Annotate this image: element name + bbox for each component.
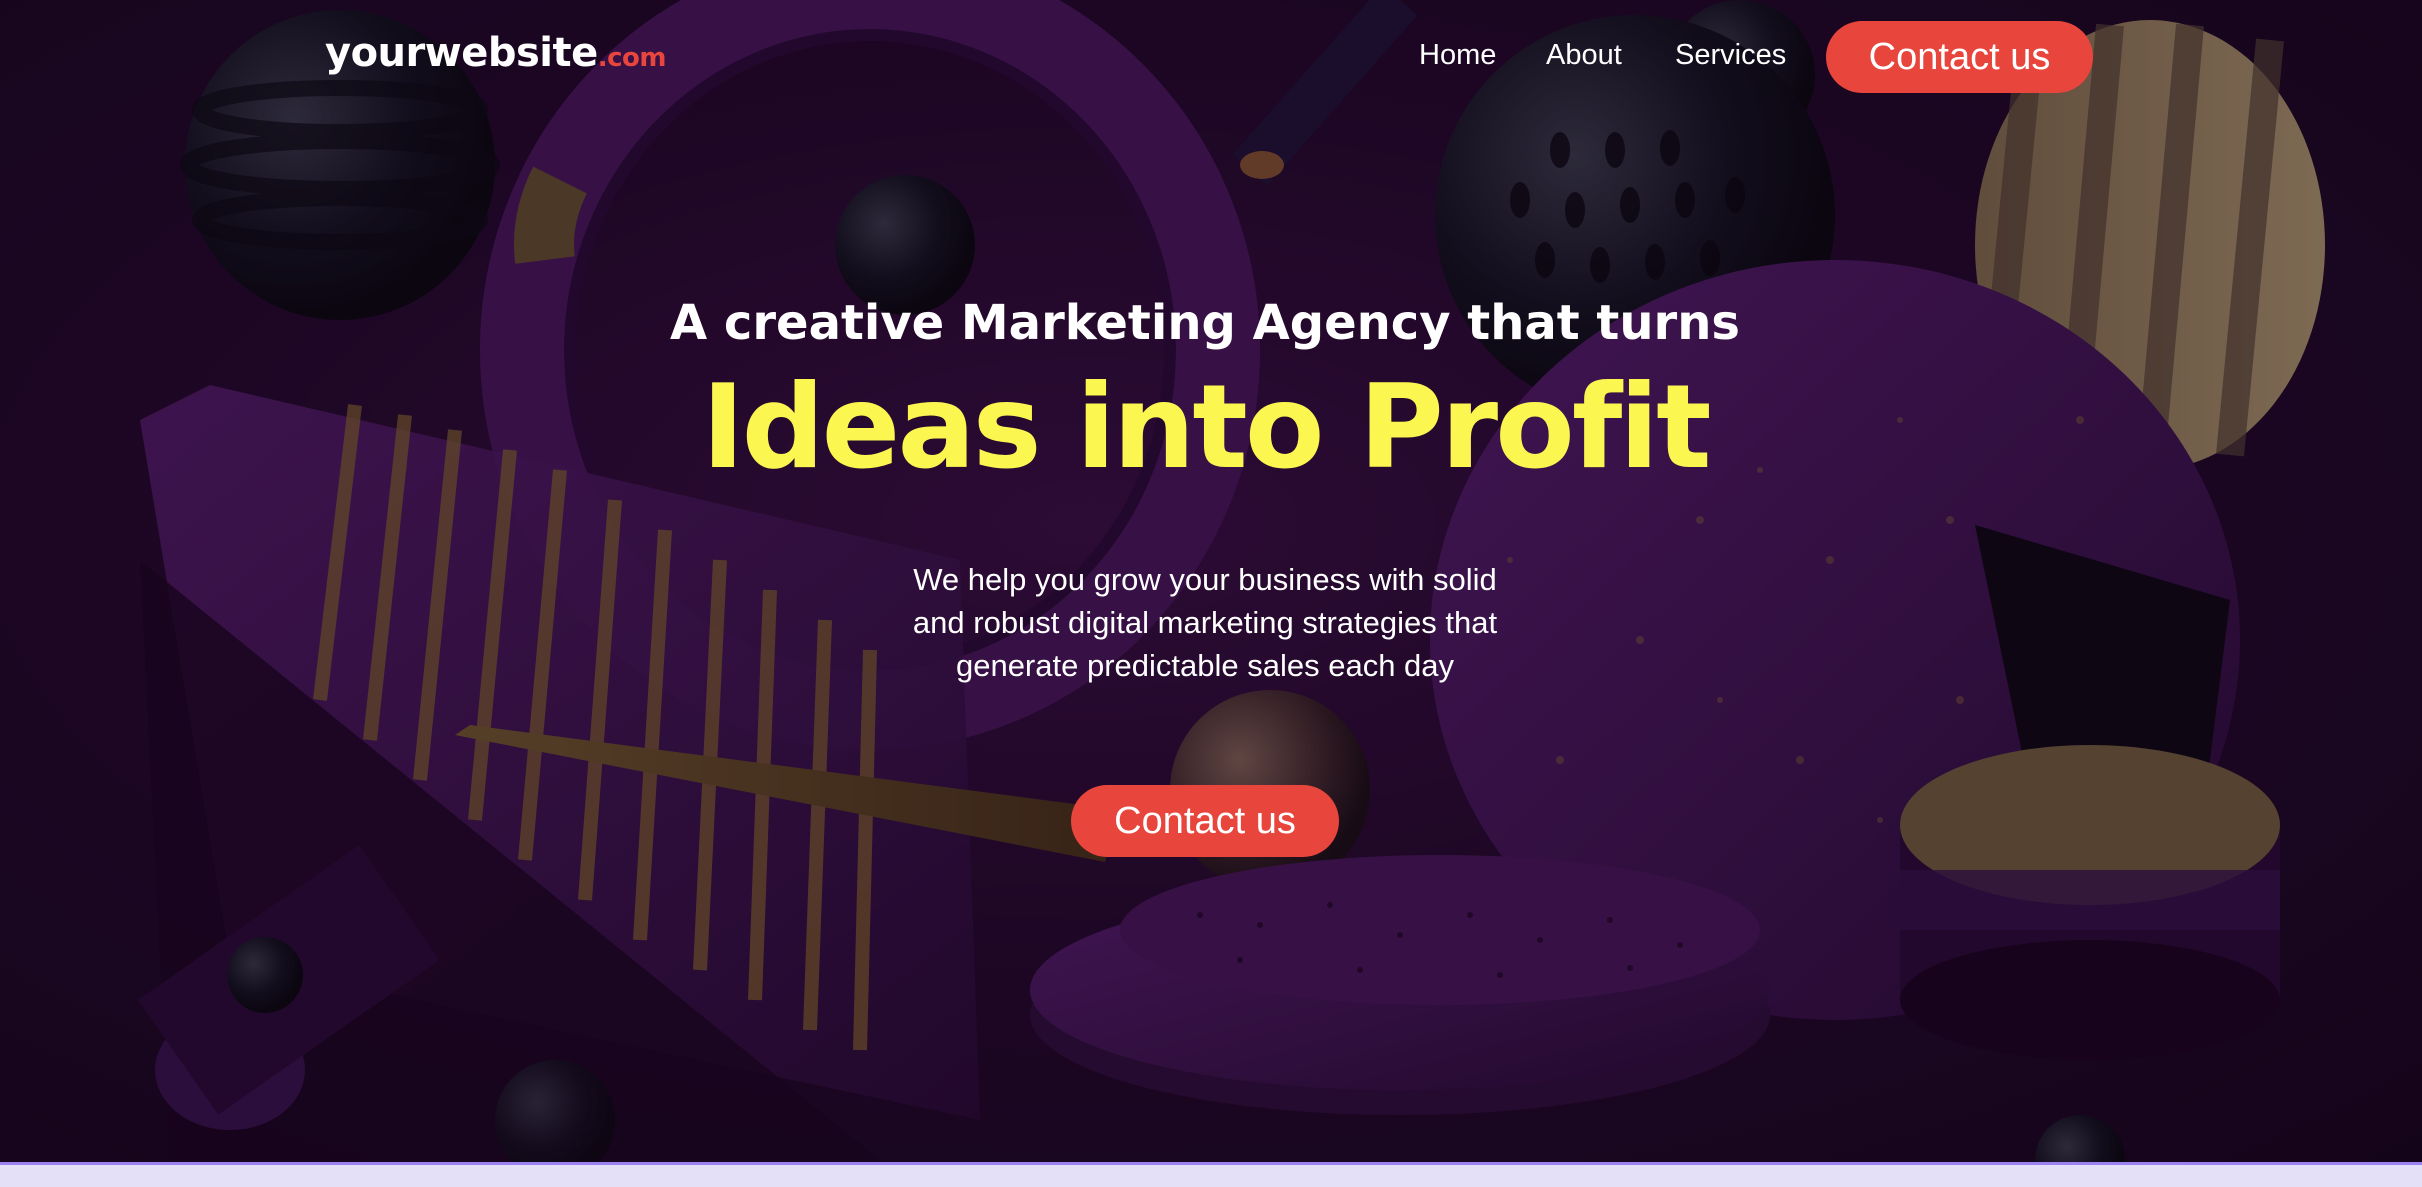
nav-link-about[interactable]: About [1546, 39, 1622, 72]
nav-link-services[interactable]: Services [1675, 39, 1786, 72]
nav-link-home[interactable]: Home [1419, 39, 1496, 72]
hero-tagline: A creative Marketing Agency that turns [670, 295, 1740, 351]
next-section-edge [0, 1162, 2422, 1187]
hero-contact-button[interactable]: Contact us [1071, 785, 1339, 857]
nav-contact-button[interactable]: Contact us [1826, 21, 2093, 93]
site-logo[interactable]: yourwebsite.com [325, 30, 667, 76]
hero-subtext-line: and robust digital marketing strategies … [912, 605, 1498, 640]
hero-subtext-line: generate predictable sales each day [955, 648, 1455, 683]
hero-subtext-line: We help you grow your business with soli… [913, 562, 1497, 597]
hero-subtext: We help you grow your business with soli… [805, 558, 1605, 687]
hero-headline: Ideas into Profit [701, 360, 1711, 495]
logo-main-text: yourwebsite [325, 30, 598, 76]
logo-tld-text: .com [597, 43, 667, 73]
